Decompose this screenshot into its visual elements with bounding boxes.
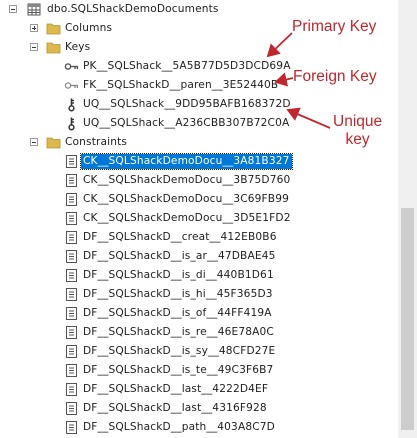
constraint-icon	[64, 287, 79, 302]
tree-node-constraint[interactable]: DF__SQLShackD__is_hi__45F365D3	[0, 285, 398, 304]
tree-node-constraint[interactable]: CK__SQLShackDemoDocu__3D5E1FD2	[0, 209, 398, 228]
tree-node-constraint[interactable]: DF__SQLShackD__is_sy__48CFD27E	[0, 342, 398, 361]
constraint-label: DF__SQLShackD__is_ar__47DBAE45	[83, 250, 276, 262]
primary-key-icon	[64, 59, 79, 74]
columns-label: Columns	[65, 22, 113, 34]
constraint-label: CK__SQLShackDemoDocu__3C69FB99	[83, 193, 289, 205]
tree-node-key[interactable]: UQ__SQLShack__9DD95BAFB168372D	[0, 95, 398, 114]
constraint-label: DF__SQLShackD__creat__412EB0B6	[83, 231, 277, 243]
constraint-icon	[64, 363, 79, 378]
constraint-icon	[64, 306, 79, 321]
key-label: UQ__SQLShack__A236CBB307B72C0A	[83, 117, 290, 129]
constraint-icon	[64, 192, 79, 207]
folder-icon	[46, 40, 61, 55]
vertical-scrollbar[interactable]	[398, 0, 417, 438]
annotation-foreign-key: Foreign Key	[293, 68, 377, 85]
scrollbar-thumb[interactable]	[401, 208, 414, 430]
tree-node-constraint[interactable]: DF__SQLShackD__creat__412EB0B6	[0, 228, 398, 247]
collapse-icon[interactable]	[30, 43, 38, 51]
constraint-label: DF__SQLShackD__is_di__440B1D61	[83, 269, 274, 281]
constraint-icon	[64, 173, 79, 188]
constraint-label: CK__SQLShackDemoDocu__3B75D760	[83, 174, 291, 186]
constraint-icon	[64, 211, 79, 226]
tree-node-constraint[interactable]: DF__SQLShackD__is_te__49C3F6B7	[0, 361, 398, 380]
key-label: PK__SQLShack__5A5B77D5D3DCD69A	[83, 60, 291, 72]
tree-node-keys[interactable]: Keys	[0, 38, 398, 57]
constraint-icon	[64, 420, 79, 435]
constraint-label: DF__SQLShackD__is_te__49C3F6B7	[83, 364, 274, 376]
constraint-label: CK__SQLShackDemoDocu__3D5E1FD2	[83, 212, 291, 224]
tree-node-constraint[interactable]: DF__SQLShackD__is_re__46E78A0C	[0, 323, 398, 342]
constraint-label: DF__SQLShackD__path__403A8C7D	[83, 421, 275, 433]
tree-node-constraint[interactable]: DF__SQLShackD__path__403A8C7D	[0, 418, 398, 437]
tree-node-constraint[interactable]: DF__SQLShackD__last__4222D4EF	[0, 380, 398, 399]
constraint-icon	[64, 249, 79, 264]
constraint-label: DF__SQLShackD__is_re__46E78A0C	[83, 326, 274, 338]
foreign-key-icon	[64, 78, 79, 93]
tree-node-constraint[interactable]: DF__SQLShackD__is_ar__47DBAE45	[0, 247, 398, 266]
constraint-label: CK__SQLShackDemoDocu__3A81B327	[80, 153, 293, 170]
constraint-icon	[64, 230, 79, 245]
constraint-label: DF__SQLShackD__is_of__44FF419A	[83, 307, 272, 319]
key-label: UQ__SQLShack__9DD95BAFB168372D	[83, 98, 291, 110]
constraint-label: DF__SQLShackD__last__4316F928	[83, 402, 267, 414]
tree-node-constraint[interactable]: CK__SQLShackDemoDocu__3C69FB99	[0, 190, 398, 209]
table-icon	[27, 2, 42, 17]
folder-icon	[46, 21, 61, 36]
constraint-icon	[64, 344, 79, 359]
constraint-icon	[64, 268, 79, 283]
annotation-unique-key: Unique key	[333, 113, 383, 148]
constraint-icon	[64, 382, 79, 397]
constraint-label: DF__SQLShackD__is_hi__45F365D3	[83, 288, 273, 300]
constraints-label: Constraints	[65, 136, 128, 148]
object-explorer-tree: dbo.SQLShackDemoDocuments Columns Keys P…	[0, 0, 398, 438]
unique-key-icon	[64, 97, 79, 112]
collapse-icon[interactable]	[9, 5, 17, 13]
tree-node-table[interactable]: dbo.SQLShackDemoDocuments	[0, 0, 398, 19]
table-label: dbo.SQLShackDemoDocuments	[47, 3, 219, 15]
tree-node-constraint[interactable]: DF__SQLShackD__is_di__440B1D61	[0, 266, 398, 285]
tree-node-constraint[interactable]: CK__SQLShackDemoDocu__3B75D760	[0, 171, 398, 190]
tree-node-constraint[interactable]: DF__SQLShackD__last__4316F928	[0, 399, 398, 418]
constraint-icon	[64, 325, 79, 340]
collapse-icon[interactable]	[30, 138, 38, 146]
constraint-label: DF__SQLShackD__is_sy__48CFD27E	[83, 345, 276, 357]
constraint-icon	[64, 154, 79, 169]
tree-node-constraint[interactable]: CK__SQLShackDemoDocu__3A81B327	[0, 152, 398, 171]
unique-key-icon	[64, 116, 79, 131]
keys-label: Keys	[65, 41, 91, 53]
constraint-icon	[64, 401, 79, 416]
annotation-primary-key: Primary Key	[292, 18, 377, 35]
expand-icon[interactable]	[30, 24, 38, 32]
folder-icon	[46, 135, 61, 150]
tree-node-constraint[interactable]: DF__SQLShackD__is_of__44FF419A	[0, 304, 398, 323]
constraint-label: DF__SQLShackD__last__4222D4EF	[83, 383, 269, 395]
key-label: FK__SQLShackD__paren__3E52440B	[83, 79, 279, 91]
